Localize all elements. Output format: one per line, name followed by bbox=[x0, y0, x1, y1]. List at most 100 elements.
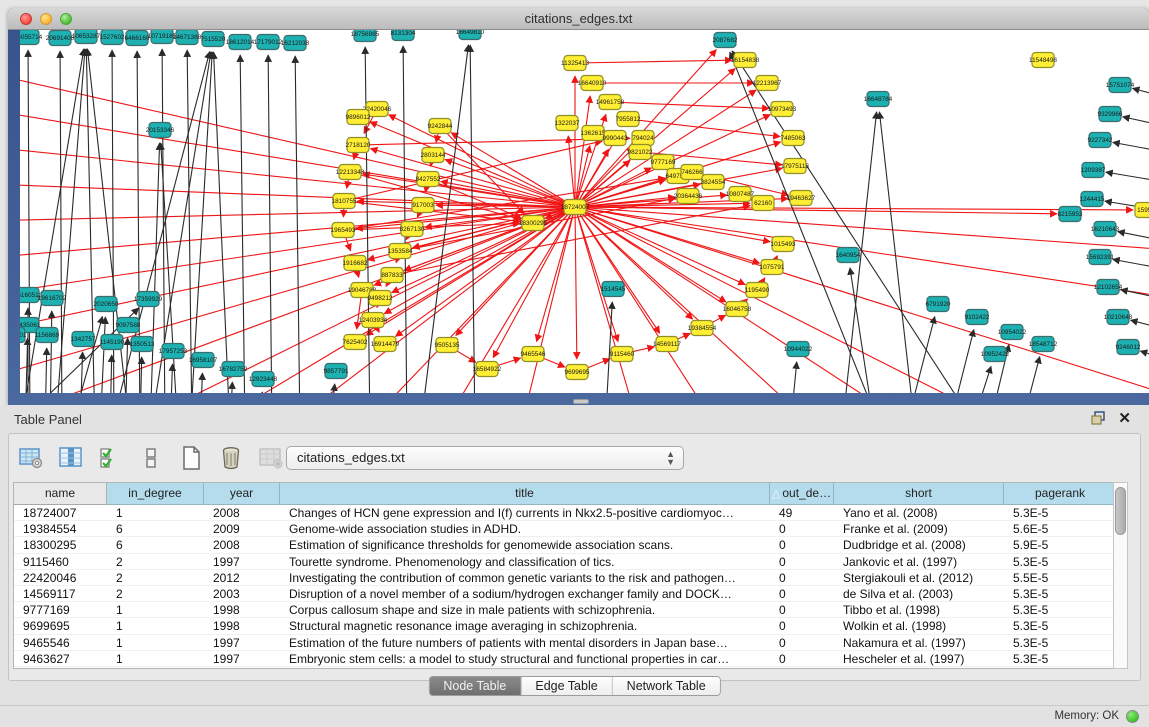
table-row[interactable]: 946362711997Embryonic stem cells: a mode… bbox=[14, 651, 1123, 667]
graph-node[interactable]: 887833 bbox=[381, 268, 403, 283]
table-selector-dropdown[interactable]: citations_edges.txt ▲▼ bbox=[286, 446, 684, 470]
graph-node[interactable]: 19463627 bbox=[787, 191, 816, 206]
graph-node[interactable]: 9699695 bbox=[565, 365, 590, 380]
graph-node[interactable]: 1075791 bbox=[760, 260, 785, 275]
graph-node[interactable]: 11325413 bbox=[561, 56, 589, 71]
graph-node[interactable]: 16210643 bbox=[1091, 222, 1120, 237]
graph-node[interactable]: 12213967 bbox=[753, 76, 782, 91]
table-settings-icon[interactable] bbox=[17, 444, 45, 472]
column-header-title[interactable]: title bbox=[280, 483, 770, 505]
graph-node[interactable]: 9857791 bbox=[324, 364, 349, 379]
graph-node[interactable]: 1514545 bbox=[601, 282, 626, 297]
graph-node[interactable]: 14055714 bbox=[20, 30, 43, 45]
column-header-year[interactable]: year bbox=[204, 483, 280, 505]
graph-node[interactable]: 10210648 bbox=[1104, 310, 1133, 325]
graph-node[interactable]: 1015493 bbox=[771, 237, 796, 252]
graph-node[interactable]: 8131304 bbox=[391, 30, 416, 41]
graph-node[interactable]: 9896012 bbox=[346, 110, 371, 125]
show-columns-icon[interactable] bbox=[57, 444, 85, 472]
graph-node[interactable]: 746266 bbox=[681, 165, 703, 180]
rows-icon[interactable] bbox=[137, 444, 165, 472]
graph-node[interactable]: 14961758 bbox=[596, 95, 625, 110]
graph-node[interactable]: 10954022 bbox=[998, 325, 1027, 340]
graph-node[interactable]: 16212038 bbox=[281, 36, 310, 51]
table-row[interactable]: 969969511998Structural magnetic resonanc… bbox=[14, 618, 1123, 634]
graph-node[interactable]: 9242844 bbox=[428, 119, 453, 134]
graph-node[interactable]: 10653287 bbox=[72, 30, 101, 44]
graph-node[interactable]: 17359929 bbox=[134, 292, 163, 307]
graph-node[interactable]: 16782759 bbox=[219, 362, 248, 377]
graph-node[interactable]: 1353584 bbox=[388, 244, 413, 259]
graph-node[interactable]: 17975113 bbox=[781, 159, 809, 174]
graph-node[interactable]: 1156869 bbox=[35, 328, 60, 343]
network-graph[interactable]: 14055714206914061065328715276026466160 10… bbox=[20, 30, 1149, 393]
table-row[interactable]: 1938455462009Genome-wide association stu… bbox=[14, 521, 1123, 537]
graph-node[interactable]: 19384554 bbox=[688, 321, 717, 336]
graph-node[interactable]: 10952422 bbox=[981, 347, 1010, 362]
column-header-name[interactable]: name bbox=[14, 483, 107, 505]
graph-node[interactable]: 9777169 bbox=[651, 155, 676, 170]
graph-node[interactable]: 16046758 bbox=[723, 302, 752, 317]
graph-node[interactable]: 10973493 bbox=[768, 102, 797, 117]
graph-node[interactable]: 917003 bbox=[412, 198, 434, 213]
tab-edge-table[interactable]: Edge Table bbox=[521, 677, 612, 695]
float-window-icon[interactable] bbox=[1091, 411, 1107, 425]
table-scrollbar[interactable] bbox=[1113, 482, 1128, 669]
graph-node[interactable]: 8427552 bbox=[416, 172, 441, 187]
graph-node[interactable]: 12102654 bbox=[1094, 280, 1123, 295]
graph-node[interactable]: 1916682 bbox=[343, 256, 368, 271]
graph-node[interactable]: 1322037 bbox=[555, 116, 580, 131]
close-icon[interactable]: ✕ bbox=[1118, 409, 1131, 427]
graph-node[interactable]: 20691406 bbox=[46, 31, 75, 46]
graph-node[interactable]: 16649810 bbox=[456, 30, 485, 40]
graph-node[interactable]: 7485063 bbox=[781, 131, 806, 146]
graph-node[interactable]: 8215953 bbox=[1058, 207, 1083, 222]
graph-node[interactable]: 9821022 bbox=[628, 145, 653, 160]
column-header-short[interactable]: short bbox=[834, 483, 1004, 505]
graph-node[interactable]: 18724007 bbox=[561, 200, 590, 215]
graph-node[interactable]: 2803144 bbox=[421, 148, 446, 163]
graph-node[interactable]: 9097588 bbox=[116, 318, 141, 333]
graph-node[interactable]: 7625402 bbox=[343, 335, 368, 350]
graph-node[interactable]: 10807487 bbox=[726, 187, 755, 202]
graph-node[interactable]: 16914479 bbox=[371, 337, 400, 352]
graph-node[interactable]: 12403934 bbox=[359, 313, 388, 328]
graph-node[interactable]: 3824554 bbox=[701, 175, 726, 190]
graph-node[interactable]: 6791920 bbox=[926, 297, 951, 312]
graph-node[interactable]: 16648784 bbox=[864, 92, 893, 107]
graph-node[interactable]: 9102422 bbox=[965, 310, 990, 325]
graph-node[interactable]: 1527602 bbox=[100, 30, 125, 45]
graph-node[interactable]: 15692391 bbox=[1086, 250, 1115, 265]
graph-node[interactable]: 20364436 bbox=[674, 189, 703, 204]
graph-node[interactable]: 18300295 bbox=[519, 216, 548, 231]
graph-node[interactable]: 12213343 bbox=[336, 165, 365, 180]
graph-node[interactable]: 11548498 bbox=[1029, 53, 1057, 68]
graph-node[interactable]: 62160 bbox=[752, 196, 774, 211]
column-header-pagerank[interactable]: pagerank bbox=[1004, 483, 1117, 505]
graph-node[interactable]: 14569117 bbox=[653, 337, 681, 352]
graph-node[interactable]: 17179012 bbox=[254, 35, 283, 50]
graph-node[interactable]: 794024 bbox=[632, 131, 654, 146]
window-titlebar[interactable]: citations_edges.txt bbox=[8, 8, 1149, 30]
graph-node[interactable]: 9246012 bbox=[1116, 340, 1141, 355]
graph-node[interactable]: 9115460 bbox=[610, 347, 635, 362]
graph-node[interactable]: 9505135 bbox=[435, 338, 460, 353]
column-header-in_degree[interactable]: in_degree bbox=[107, 483, 204, 505]
new-table-icon[interactable] bbox=[177, 444, 205, 472]
graph-node[interactable]: 6466160 bbox=[125, 31, 150, 46]
graph-node[interactable]: 8267130 bbox=[400, 222, 425, 237]
scrollbar-thumb[interactable] bbox=[1115, 487, 1126, 535]
graph-node[interactable]: 1209387 bbox=[1081, 163, 1106, 178]
graph-node[interactable]: 18756985 bbox=[351, 30, 380, 42]
graph-node[interactable]: 2020650 bbox=[94, 297, 119, 312]
graph-node[interactable]: 18548712 bbox=[1029, 337, 1058, 352]
graph-node[interactable]: 1244415 bbox=[1080, 192, 1105, 207]
network-canvas[interactable]: 14055714206914061065328715276026466160 10… bbox=[20, 30, 1149, 393]
splitter-drag-handle[interactable] bbox=[573, 399, 589, 404]
table-row[interactable]: 2242004622012Investigating the contribut… bbox=[14, 570, 1123, 586]
table-row[interactable]: 1456911722003Disruption of a novel membe… bbox=[14, 586, 1123, 602]
table-row[interactable]: 946554611997Estimation of the future num… bbox=[14, 635, 1123, 651]
graph-node[interactable]: 9227342 bbox=[1088, 133, 1113, 148]
graph-node[interactable]: 17957253 bbox=[159, 344, 188, 359]
graph-node[interactable]: 16584922 bbox=[473, 362, 502, 377]
